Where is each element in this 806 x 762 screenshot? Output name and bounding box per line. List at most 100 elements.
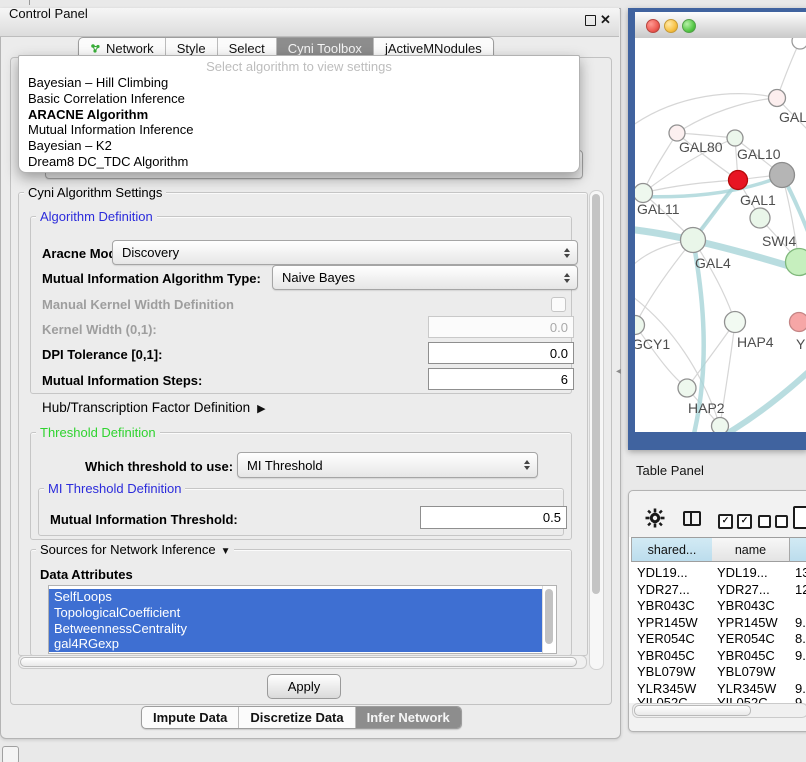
apply-button[interactable]: Apply	[267, 674, 341, 699]
popup-item[interactable]: Mutual Information Inference	[19, 122, 579, 138]
network-window-titlebar[interactable]	[635, 12, 806, 39]
network-node-GAL10[interactable]	[727, 130, 743, 146]
mi-type-combobox[interactable]: Naive Bayes	[272, 265, 578, 290]
float-panel-icon[interactable]	[585, 15, 596, 26]
stepper-arrows-icon	[524, 460, 530, 470]
close-window-icon[interactable]	[646, 19, 660, 33]
network-node-label: HAP2	[688, 400, 725, 416]
kernel-width-field[interactable]: 0.0	[428, 316, 574, 338]
network-node-label: GAL1	[740, 192, 776, 208]
table-row[interactable]: YPR145W YPR145W 9.	[629, 615, 806, 632]
stepper-arrows-icon	[564, 273, 570, 283]
tab-label: Infer Network	[367, 707, 450, 728]
list-item[interactable]: gal4RGexp	[49, 636, 543, 652]
stepper-arrows-icon	[564, 248, 570, 258]
table-row[interactable]: YBR045C YBR045C 9.	[629, 648, 806, 665]
column-header-partial[interactable]	[790, 537, 806, 562]
aracne-mode-combobox[interactable]: Discovery	[112, 240, 578, 265]
dpi-tolerance-field[interactable]: 0.0	[428, 342, 574, 364]
select-all-columns-icon[interactable]	[718, 514, 752, 529]
mi-steps-field[interactable]: 6	[428, 368, 574, 390]
mi-threshold-legend: MI Threshold Definition	[44, 481, 185, 496]
top-divider-tick	[29, 0, 30, 5]
algorithm-popup-list: Select algorithm to view settings Bayesi…	[18, 55, 580, 173]
manual-kernel-checkbox[interactable]	[551, 297, 566, 312]
table-panel-window: shared... name YDL19... YDL19... 13 YDR2…	[628, 490, 806, 732]
table-row[interactable]: YDR27... YDR27... 12	[629, 582, 806, 599]
mi-steps-value: 6	[561, 372, 568, 387]
table-horizontal-scrollbar[interactable]	[632, 703, 806, 718]
network-node-label: GCY1	[635, 336, 670, 352]
zoom-window-icon[interactable]	[682, 19, 696, 33]
popup-item-selected[interactable]: ARACNE Algorithm	[19, 107, 579, 123]
sources-disclosure[interactable]: Sources for Network Inference	[36, 542, 234, 557]
network-node-GAL1[interactable]	[729, 171, 748, 190]
network-edge	[635, 240, 693, 325]
unselect-all-columns-icon[interactable]	[758, 515, 788, 528]
network-edge	[777, 41, 800, 98]
network-node-GAL[interactable]	[769, 90, 786, 107]
screen: Control Panel Network Style Select Cyni …	[0, 0, 806, 762]
bottom-tabstrip: Impute Data Discretize Data Infer Networ…	[141, 706, 462, 729]
column-header-shared[interactable]: shared...	[631, 537, 713, 562]
network-node-SWI4[interactable]	[750, 208, 770, 228]
mi-threshold-value: 0.5	[543, 510, 561, 525]
control-panel-title: Control Panel	[9, 6, 88, 21]
network-edge	[635, 325, 687, 388]
tab-impute-data[interactable]: Impute Data	[142, 707, 238, 728]
network-node-HAP4[interactable]	[725, 312, 746, 333]
popup-item[interactable]: Bayesian – K2	[19, 138, 579, 154]
popup-item[interactable]: Bayesian – Hill Climbing	[19, 75, 579, 91]
network-edge	[635, 94, 777, 128]
minimized-panel-icon[interactable]	[2, 746, 19, 762]
network-node-GAL4[interactable]	[681, 228, 706, 253]
network-node-label: SWI4	[762, 233, 796, 249]
network-icon	[90, 43, 101, 54]
table-panel-title: Table Panel	[636, 463, 704, 478]
dpi-tolerance-value: 0.0	[550, 346, 568, 361]
network-node-label: GAL10	[737, 146, 781, 162]
which-threshold-combobox[interactable]: MI Threshold	[237, 452, 538, 478]
network-node-Y[interactable]	[790, 313, 806, 332]
network-canvas[interactable]: GALGAL80GAL10GAL1GAL11SWI4GAL4GCY1HAP4YH…	[635, 38, 806, 432]
list-scrollbar[interactable]	[542, 586, 556, 653]
popup-item[interactable]: Basic Correlation Inference	[19, 91, 579, 107]
cyni-settings-legend: Cyni Algorithm Settings	[24, 185, 166, 200]
document-icon[interactable]	[793, 506, 806, 529]
network-node[interactable]	[712, 418, 729, 433]
network-node-GCY1[interactable]	[635, 316, 645, 335]
list-item[interactable]: BetweennessCentrality	[49, 621, 543, 637]
column-header-name[interactable]: name	[712, 537, 790, 562]
aracne-mode-value: Discovery	[122, 245, 179, 260]
settings-horizontal-scrollbar[interactable]	[18, 655, 587, 669]
table-row[interactable]: YDL19... YDL19... 13	[629, 565, 806, 582]
data-attributes-list: SelfLoops TopologicalCoefficient Between…	[48, 585, 557, 654]
network-node-label: HAP4	[737, 334, 774, 350]
network-node-label: GAL11	[637, 201, 680, 217]
table-row[interactable]: YER054C YER054C 8.	[629, 631, 806, 648]
threshold-definition-legend: Threshold Definition	[36, 425, 160, 440]
split-columns-icon[interactable]	[683, 511, 701, 526]
tab-infer-network[interactable]: Infer Network	[355, 707, 461, 728]
network-node[interactable]	[786, 249, 806, 276]
popup-item[interactable]: Dream8 DC_TDC Algorithm	[19, 154, 579, 170]
tab-discretize-data[interactable]: Discretize Data	[238, 707, 354, 728]
network-node-GAL11[interactable]	[635, 184, 653, 203]
network-node-HAP2[interactable]	[678, 379, 696, 397]
table-row[interactable]: YBL079W YBL079W	[629, 664, 806, 681]
settings-vertical-scrollbar[interactable]	[589, 190, 604, 670]
network-node-label: GAL	[779, 109, 806, 125]
mi-type-value: Naive Bayes	[282, 270, 355, 285]
panel-splitter-arrow[interactable]	[616, 366, 621, 377]
algorithm-definition-legend: Algorithm Definition	[36, 209, 157, 224]
settings-gear-icon[interactable]	[645, 508, 665, 528]
network-node[interactable]	[770, 163, 795, 188]
kernel-width-value: 0.0	[550, 320, 568, 335]
list-item[interactable]: TopologicalCoefficient	[49, 605, 543, 621]
minimize-window-icon[interactable]	[664, 19, 678, 33]
mi-threshold-field[interactable]: 0.5	[420, 506, 567, 529]
close-panel-icon[interactable]	[600, 12, 611, 28]
list-item[interactable]: SelfLoops	[49, 589, 543, 605]
network-node[interactable]	[792, 38, 806, 49]
table-row[interactable]: YBR043C YBR043C	[629, 598, 806, 615]
